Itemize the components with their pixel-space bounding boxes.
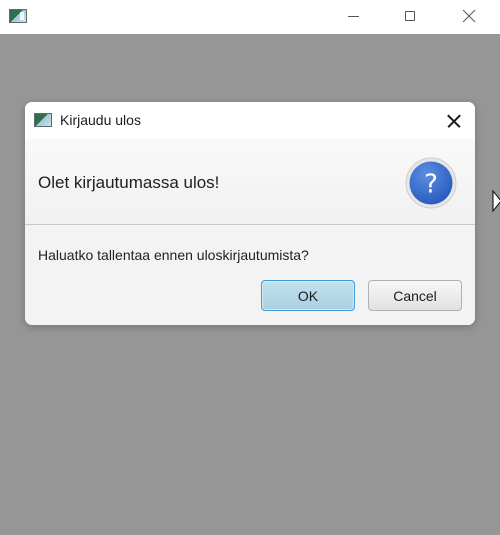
cancel-button[interactable]: Cancel bbox=[368, 280, 462, 311]
dialog-header-text: Olet kirjautumassa ulos! bbox=[38, 173, 220, 192]
dialog-header: Olet kirjautumassa ulos! ? bbox=[25, 139, 475, 225]
app-icon bbox=[9, 9, 27, 23]
close-icon bbox=[447, 114, 461, 128]
maximize-icon bbox=[405, 11, 415, 21]
dialog-app-icon bbox=[34, 113, 52, 127]
logout-dialog: Kirjaudu ulos Olet kirjautumassa ulos! ?… bbox=[25, 102, 475, 325]
window-close-button[interactable] bbox=[446, 0, 492, 32]
close-icon bbox=[462, 9, 476, 23]
mouse-cursor-icon bbox=[492, 190, 500, 213]
question-glyph: ? bbox=[424, 170, 438, 200]
dialog-titlebar[interactable]: Kirjaudu ulos bbox=[25, 102, 475, 139]
question-icon: ? bbox=[405, 157, 457, 209]
maximize-button[interactable] bbox=[387, 0, 433, 32]
dialog-close-button[interactable] bbox=[435, 105, 473, 137]
app-window: Kirjaudu ulos Olet kirjautumassa ulos! ?… bbox=[0, 0, 500, 535]
window-titlebar[interactable] bbox=[0, 0, 500, 34]
minimize-icon bbox=[347, 15, 359, 17]
dialog-title: Kirjaudu ulos bbox=[60, 112, 141, 128]
minimize-button[interactable] bbox=[330, 0, 376, 32]
dialog-content-text: Haluatko tallentaa ennen uloskirjautumis… bbox=[38, 247, 309, 263]
ok-button[interactable]: OK bbox=[261, 280, 355, 311]
